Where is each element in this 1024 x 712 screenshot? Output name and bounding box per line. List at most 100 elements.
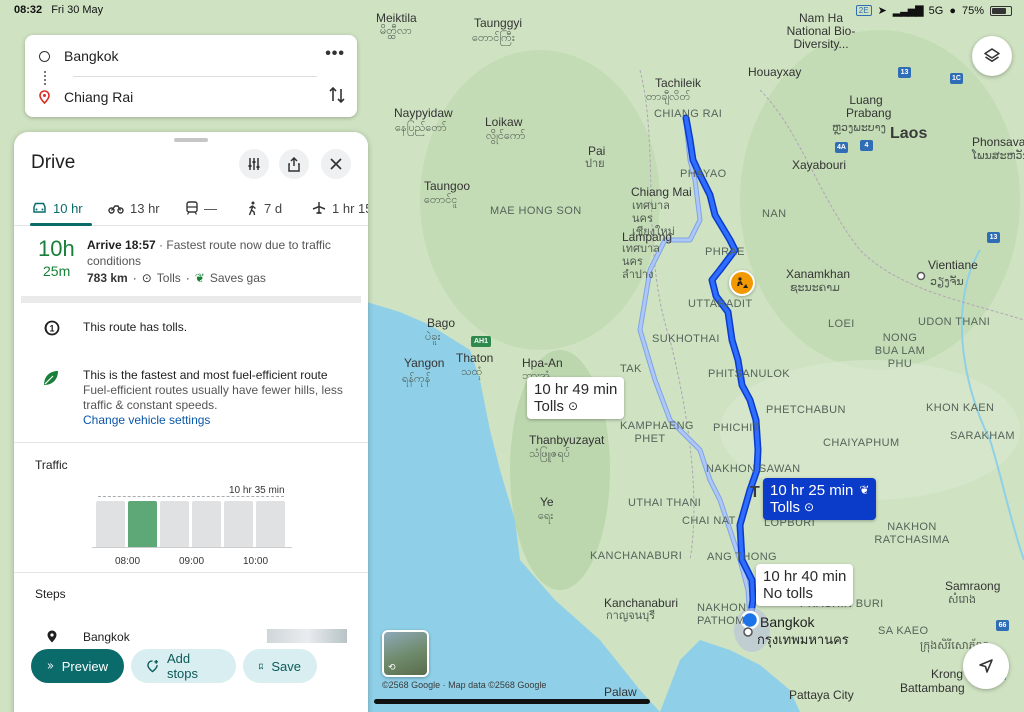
- share-button[interactable]: [279, 149, 309, 179]
- route-duration: 10 hr 49 min: [534, 381, 618, 398]
- recenter-button[interactable]: [963, 643, 1009, 689]
- toll-icon: ⊙: [804, 500, 815, 514]
- route-options-button[interactable]: [239, 149, 269, 179]
- map-label: Laos: [890, 125, 928, 142]
- map-label: PHAYAO: [680, 168, 727, 180]
- roadworks-icon[interactable]: [729, 270, 755, 296]
- route-duration: 10 hr 25 min: [770, 482, 854, 499]
- destination-field[interactable]: Chiang Rai: [64, 89, 133, 105]
- map-label: MAE HONG SON: [490, 205, 582, 217]
- signal-icon: ▂▃▅▇: [892, 5, 924, 17]
- destination-row[interactable]: Chiang Rai: [39, 86, 345, 108]
- map-label: กาญจนบุรี: [606, 610, 656, 622]
- map-label: Thaton: [456, 351, 494, 365]
- map-label: SARAKHAM: [950, 430, 1015, 442]
- map-label: UDON THANI: [918, 316, 991, 328]
- map-label: Krong: [931, 667, 964, 681]
- map-label: Luang Prabang: [846, 93, 892, 120]
- map-label: PHICHIT: [713, 422, 760, 434]
- location-pin-icon: [47, 630, 57, 643]
- tolls-label: Tolls: [156, 271, 181, 285]
- step-photo[interactable]: [267, 629, 347, 643]
- eco-title: This is the fastest and most fuel-effici…: [83, 368, 328, 382]
- eco-leaf-icon: [42, 369, 60, 392]
- map-label: တောင်ကြီး: [472, 32, 515, 44]
- map-label: လွိုင်ကော်: [486, 130, 526, 142]
- add-location-icon: [147, 660, 159, 673]
- map-label: CHAI NAT: [682, 515, 736, 527]
- map-label: SA KAEO: [878, 625, 929, 637]
- traffic-label: Traffic: [35, 458, 68, 472]
- train-icon: [186, 201, 198, 215]
- map-label: ໂພນສະຫວັນ: [972, 150, 1024, 162]
- map-label: PHRAE: [705, 246, 745, 258]
- traffic-bar[interactable]: [96, 501, 125, 547]
- change-vehicle-settings-link[interactable]: Change vehicle settings: [83, 413, 353, 428]
- eco-info-text: This is the fastest and most fuel-effici…: [83, 368, 353, 428]
- add-stops-button[interactable]: Add stops: [131, 649, 236, 683]
- airplane-icon: [312, 202, 326, 215]
- route-toll-label: Tolls: [534, 398, 565, 415]
- route-callout-alt-1[interactable]: 10 hr 49 min Tolls ⊙: [527, 377, 625, 419]
- route-callout-alt-2[interactable]: 10 hr 40 min No tolls: [756, 564, 854, 606]
- street-view-thumbnail[interactable]: ⟲: [382, 630, 429, 677]
- traffic-tick: 08:00: [115, 556, 141, 567]
- traffic-bar[interactable]: [224, 501, 253, 547]
- traffic-bar[interactable]: [192, 501, 221, 547]
- sheet-title: Drive: [31, 152, 76, 173]
- traffic-bar[interactable]: [256, 501, 285, 547]
- tab-drive[interactable]: 10 hr: [32, 196, 83, 220]
- person-icon: ●: [949, 4, 956, 17]
- map-label: Kanchanaburi: [604, 596, 679, 610]
- route-callout-selected[interactable]: 10 hr 25 min ❦ Tolls ⊙: [763, 478, 877, 520]
- tab-flight[interactable]: 1 hr 15: [312, 196, 368, 220]
- route-toll-label: Tolls: [770, 499, 801, 516]
- route-summary[interactable]: 10h 25m Arrive 18:57 · Fastest route now…: [14, 228, 368, 298]
- route-meta: 783 km · ⊙ Tolls · ❦ Saves gas: [87, 271, 266, 285]
- map-label: PHETCHABUN: [766, 404, 846, 416]
- traffic-bar[interactable]: [160, 501, 189, 547]
- connector-dots: [44, 71, 46, 85]
- tab-walk[interactable]: 7 d: [247, 196, 282, 220]
- status-time: 08:32: [14, 4, 43, 16]
- battery-icon: [990, 5, 1012, 16]
- map-label: Xayabouri: [792, 158, 847, 172]
- map-label: CHAIYAPHUM: [823, 437, 900, 449]
- origin-row[interactable]: Bangkok: [39, 45, 345, 67]
- map-label: Taungoo: [424, 179, 471, 193]
- road-shield: 4: [860, 140, 873, 151]
- tolls-info-text: This route has tolls.: [83, 320, 188, 334]
- map-label: KHON KAEN: [926, 402, 995, 414]
- distance: 783 km: [87, 271, 128, 285]
- traffic-bar-current[interactable]: [128, 501, 157, 547]
- traffic-chart[interactable]: 10 hr 35 min 08:00 09:00 10:00: [92, 482, 292, 567]
- map-label: Chiang Mai: [631, 185, 692, 199]
- eco-info: This is the fastest and most fuel-effici…: [14, 366, 368, 436]
- map-label: ရေး: [538, 510, 554, 522]
- map-label: NAN: [762, 208, 787, 220]
- save-button[interactable]: Save: [243, 649, 317, 683]
- origin-field[interactable]: Bangkok: [64, 48, 118, 64]
- swap-button[interactable]: [329, 85, 345, 110]
- road-shield: 13: [987, 232, 1000, 243]
- home-indicator[interactable]: [374, 699, 650, 704]
- traffic-tick: 09:00: [179, 556, 205, 567]
- tab-transit[interactable]: —: [186, 196, 217, 220]
- map-label: CHIANG RAI: [654, 108, 723, 120]
- double-chevron-icon: [47, 663, 54, 669]
- mode-duration: 13 hr: [130, 200, 160, 216]
- close-button[interactable]: [321, 149, 351, 179]
- tab-motorcycle[interactable]: 13 hr: [108, 196, 160, 220]
- steps-label: Steps: [35, 587, 66, 601]
- sheet-grabber[interactable]: [174, 138, 208, 142]
- step-label: Bangkok: [83, 630, 130, 644]
- more-options-button[interactable]: •••: [325, 45, 345, 63]
- map-label: ຫຼວງພະບາງ: [832, 122, 886, 134]
- map-label: Pai: [588, 144, 606, 158]
- active-tab-indicator: [30, 223, 92, 226]
- map-label: សំរោង: [948, 594, 976, 606]
- preview-button[interactable]: Preview: [31, 649, 124, 683]
- mode-duration: 7 d: [264, 200, 283, 216]
- map-label: Naypyidaw: [394, 106, 453, 120]
- layers-button[interactable]: [972, 36, 1012, 76]
